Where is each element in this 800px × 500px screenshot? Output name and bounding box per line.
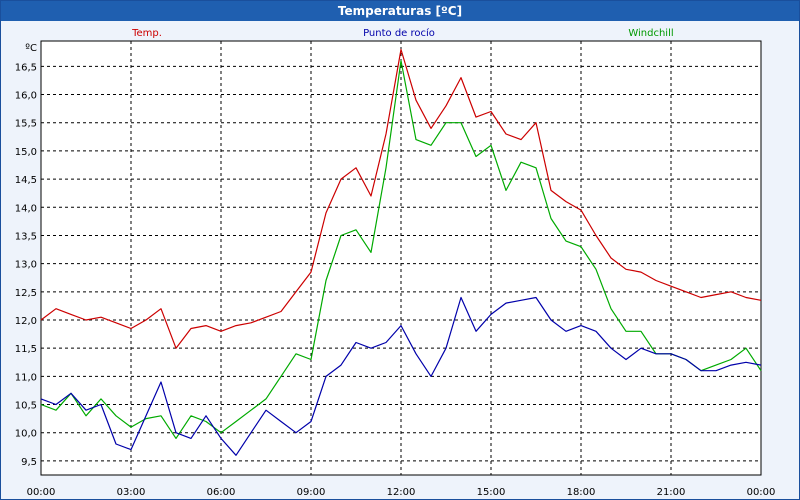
y-tick-label: 11,5 (15, 344, 37, 355)
x-tick-time: 09:00 (297, 487, 326, 498)
x-tick-time: 00:00 (27, 487, 56, 498)
x-tick-time: 21:00 (657, 487, 686, 498)
legend-label: Temp. (131, 28, 162, 39)
y-tick-label: 9,5 (21, 457, 37, 468)
y-tick-label: 12,0 (15, 316, 37, 327)
legend-label: Windchill (628, 28, 673, 39)
y-tick-label: 16,5 (15, 62, 37, 73)
y-tick-label: 10,0 (15, 429, 37, 440)
y-tick-label: 13,5 (15, 231, 37, 242)
x-tick-time: 15:00 (477, 487, 506, 498)
window-title: Temperaturas [ºC] (1, 1, 799, 21)
y-tick-label: 14,0 (15, 203, 37, 214)
x-tick-time: 06:00 (207, 487, 236, 498)
y-tick-label: 16,0 (15, 91, 37, 102)
y-tick-label: 14,5 (15, 175, 37, 186)
y-tick-label: 12,5 (15, 288, 37, 299)
legend-label: Punto de rocío (363, 27, 435, 39)
y-tick-label: 15,0 (15, 147, 37, 158)
y-tick-label: 13,0 (15, 260, 37, 271)
temperature-chart: 9,5 10,0 10,5 11,0 11,5 12,0 12,5 13,0 13,5 14,0 1… (15, 27, 776, 498)
y-tick-label: 10,5 (15, 401, 37, 412)
x-tick-time: 00:00 (747, 487, 776, 498)
y-axis-unit: ºC (25, 43, 37, 54)
y-tick-label: 15,5 (15, 119, 37, 130)
chart-window: Temperaturas [ºC] 9,5 10,0 10,5 11,0 11,5 12,… (0, 0, 800, 500)
y-tick-label: 11,0 (15, 372, 37, 383)
x-tick-time: 03:00 (117, 487, 146, 498)
x-tick-time: 12:00 (387, 487, 416, 498)
x-tick-time: 18:00 (567, 487, 596, 498)
